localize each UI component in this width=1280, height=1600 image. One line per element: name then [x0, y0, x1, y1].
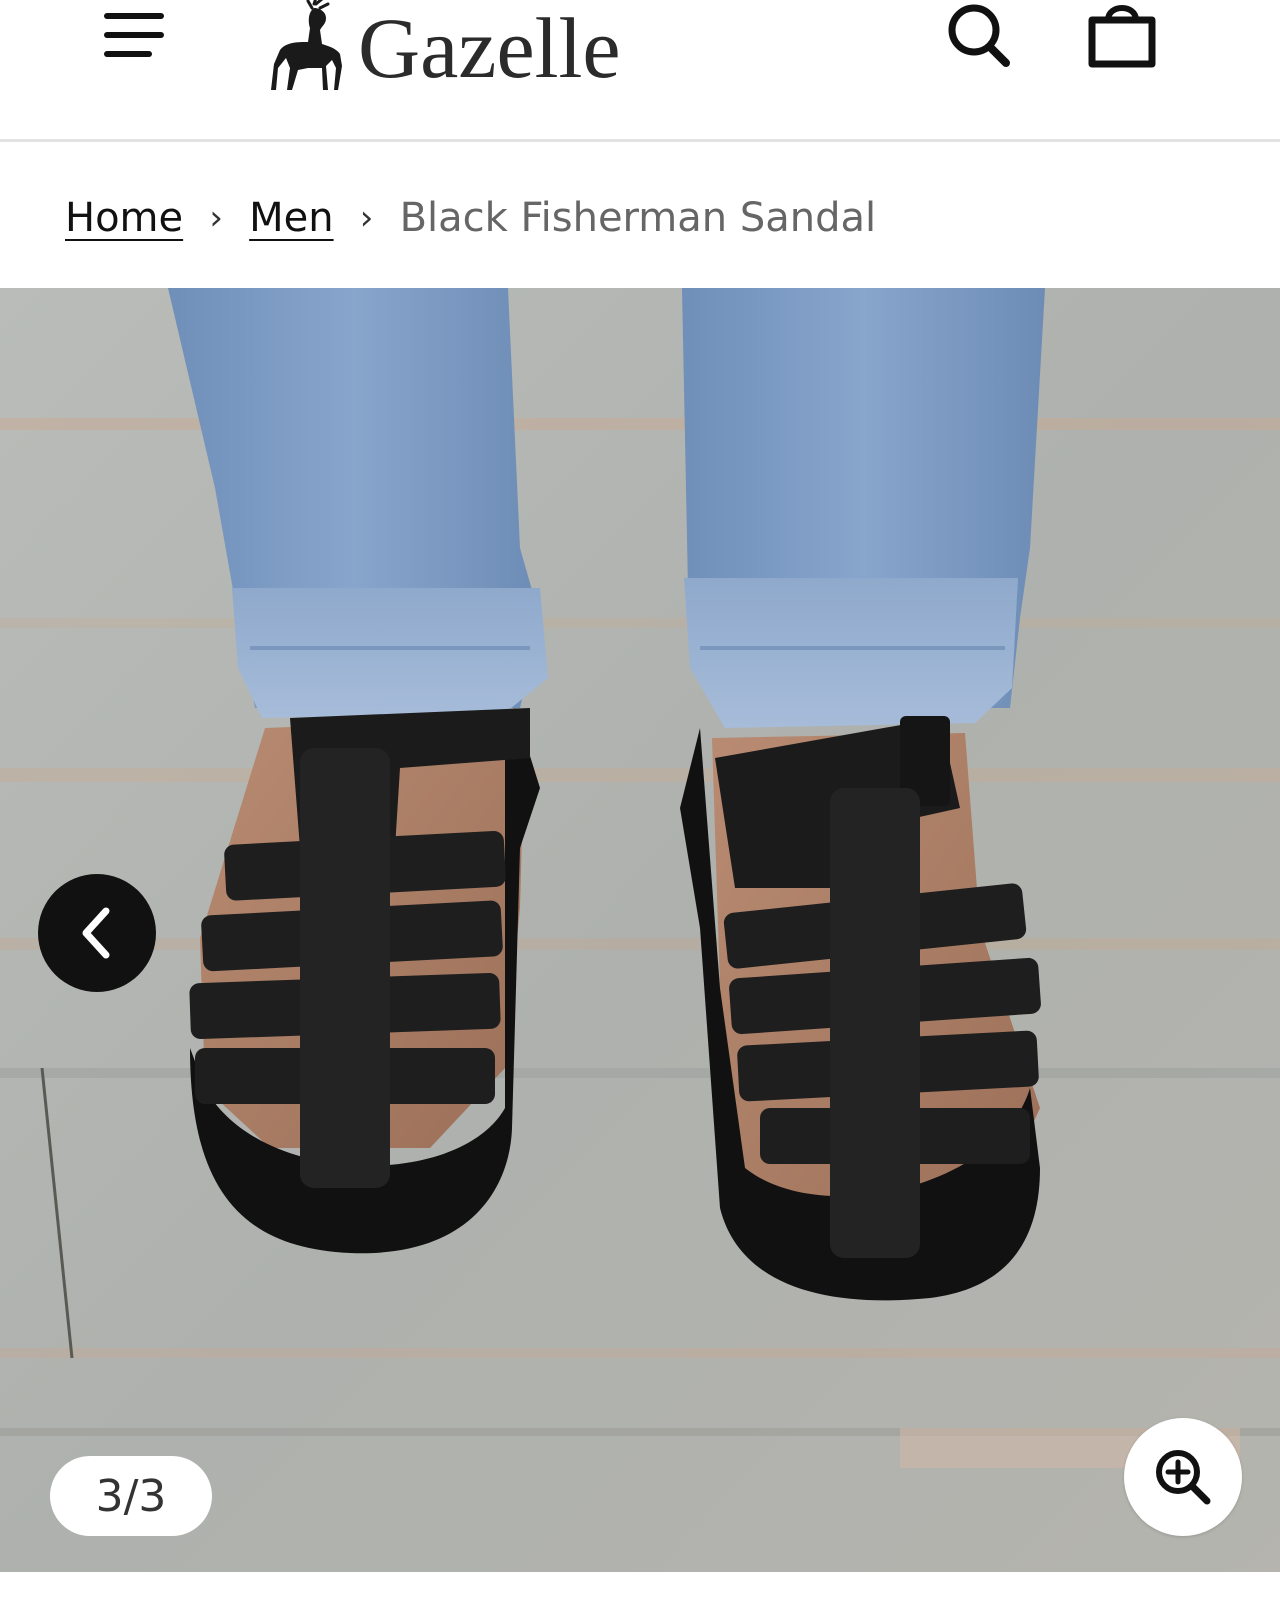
page-bottom-edge	[0, 1572, 1280, 1600]
breadcrumb: Home › Men › Black Fisherman Sandal	[65, 188, 876, 248]
chevron-left-icon	[82, 907, 110, 959]
previous-image-button[interactable]	[38, 874, 156, 992]
site-header: Gazelle	[0, 0, 1280, 142]
search-icon[interactable]	[944, 0, 1016, 70]
product-photo	[0, 288, 1280, 1600]
breadcrumb-current: Black Fisherman Sandal	[399, 195, 877, 241]
shopping-bag-icon[interactable]	[1086, 0, 1158, 72]
chevron-right-icon: ›	[359, 198, 374, 238]
image-counter: 3/3	[50, 1456, 212, 1536]
brand-logo[interactable]: Gazelle	[268, 0, 621, 94]
hamburger-menu-icon[interactable]	[104, 10, 166, 60]
breadcrumb-home-link[interactable]: Home	[65, 195, 183, 241]
product-page: Gazelle Home › Men › Black Fisherman San…	[0, 0, 1280, 1600]
zoom-in-icon	[1156, 1450, 1211, 1505]
product-image-gallery[interactable]: 3/3	[0, 288, 1280, 1600]
chevron-right-icon: ›	[209, 198, 223, 238]
brand-name: Gazelle	[358, 0, 621, 96]
breadcrumb-men-link[interactable]: Men	[249, 195, 333, 241]
deer-logo-icon	[271, 0, 342, 90]
zoom-button[interactable]	[1124, 1418, 1242, 1536]
